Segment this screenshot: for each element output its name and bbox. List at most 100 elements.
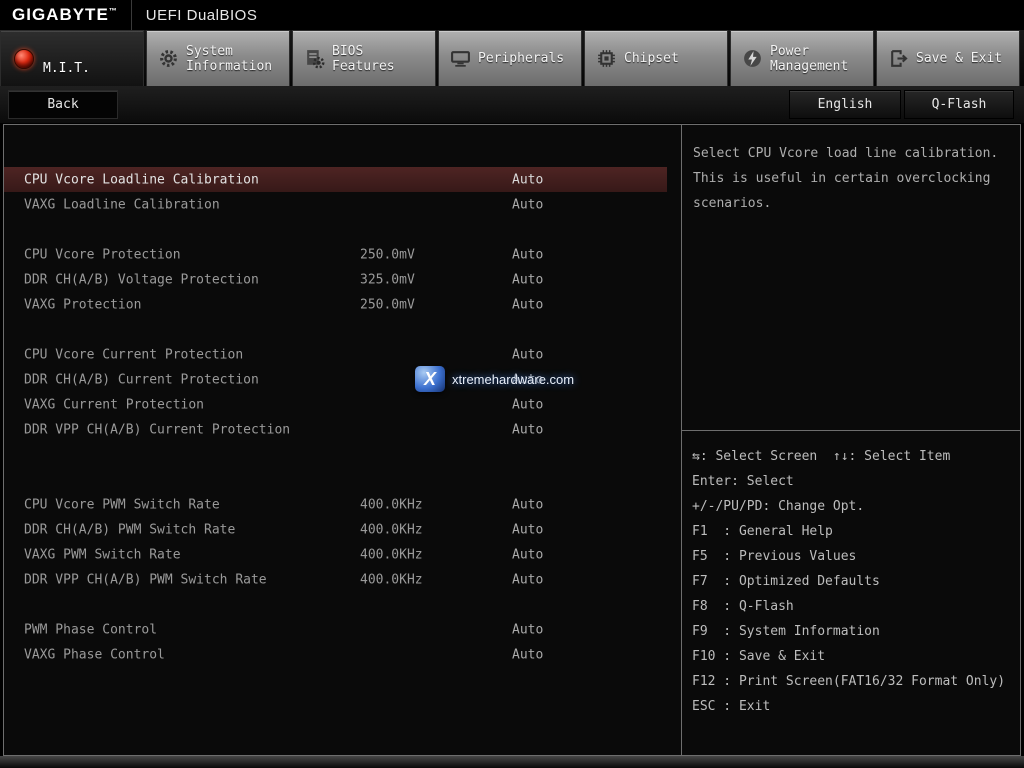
- setting-value: Auto: [512, 422, 543, 437]
- setting-mid-value: 250.0mV: [360, 247, 415, 262]
- settings-row[interactable]: DDR VPP CH(A/B) Current Protection Auto: [4, 417, 667, 442]
- settings-spacer: [4, 442, 667, 467]
- settings-row[interactable]: PWM Phase Control Auto: [4, 617, 667, 642]
- setting-value: Auto: [512, 522, 543, 537]
- setting-mid-value: 400.0KHz: [360, 572, 423, 587]
- settings-row[interactable]: CPU Vcore PWM Switch Rate 400.0KHz Auto: [4, 492, 667, 517]
- tab-power-management[interactable]: Power Management: [730, 30, 874, 86]
- legend-line: F9 : System Information: [692, 619, 1016, 644]
- setting-label: DDR VPP CH(A/B) Current Protection: [24, 422, 290, 437]
- bios-screen: GIGABYTE™ UEFI DualBIOS M.I.T. System Inf…: [0, 0, 1024, 768]
- settings-row[interactable]: DDR CH(A/B) PWM Switch Rate 400.0KHz Auto: [4, 517, 667, 542]
- tab-bios-features[interactable]: BIOS Features: [292, 30, 436, 86]
- setting-mid-value: 400.0KHz: [360, 497, 423, 512]
- settings-row[interactable]: CPU Vcore Protection 250.0mV Auto: [4, 242, 667, 267]
- setting-mid-value: 250.0mV: [360, 297, 415, 312]
- legend-line: Enter: Select: [692, 469, 1016, 494]
- legend-line: ESC : Exit: [692, 694, 1016, 719]
- button-row: Back English Q-Flash: [0, 86, 1024, 124]
- setting-label: DDR CH(A/B) Voltage Protection: [24, 272, 259, 287]
- setting-mid-value: 400.0KHz: [360, 522, 423, 537]
- settings-spacer: [4, 217, 667, 242]
- back-button[interactable]: Back: [8, 90, 118, 119]
- firmware-title: UEFI DualBIOS: [132, 7, 258, 24]
- setting-value: Auto: [512, 572, 543, 587]
- watermark-text: xtremehardware.com: [452, 372, 574, 387]
- qflash-button[interactable]: Q-Flash: [904, 90, 1014, 119]
- setting-value: Auto: [512, 647, 543, 662]
- peripherals-icon: [449, 48, 471, 70]
- topbar: GIGABYTE™ UEFI DualBIOS: [0, 0, 1024, 30]
- tab-label: BIOS Features: [332, 44, 395, 74]
- setting-mid-value: 400.0KHz: [360, 547, 423, 562]
- main-panel: CPU Vcore Loadline Calibration Auto VAXG L…: [3, 124, 1021, 756]
- settings-row[interactable]: DDR CH(A/B) Voltage Protection325.0mVAut…: [4, 267, 667, 292]
- legend-line: F5 : Previous Values: [692, 544, 1016, 569]
- bios-doc-icon: [303, 48, 325, 70]
- settings-spacer: [4, 317, 667, 342]
- setting-label: VAXG Loadline Calibration: [24, 197, 220, 212]
- tab-label: Peripherals: [478, 51, 564, 66]
- setting-value: Auto: [512, 547, 543, 562]
- key-legend: ⇆: Select Screen ↑↓: Select ItemEnter: S…: [682, 431, 1020, 719]
- help-text: Select CPU Vcore load line calibration. …: [682, 125, 1020, 431]
- gigabyte-logo: GIGABYTE™: [0, 5, 131, 25]
- tab-label: System Information: [186, 44, 272, 74]
- setting-value: Auto: [512, 497, 543, 512]
- red-dot-icon: [13, 48, 35, 70]
- legend-line: ⇆: Select Screen ↑↓: Select Item: [692, 444, 1016, 469]
- settings-spacer: [4, 592, 667, 617]
- settings-spacer: [4, 467, 667, 492]
- setting-label: DDR CH(A/B) Current Protection: [24, 372, 259, 387]
- setting-value: Auto: [512, 272, 543, 287]
- tab-system-information[interactable]: System Information: [146, 30, 290, 86]
- settings-list: CPU Vcore Loadline Calibration Auto VAXG L…: [4, 125, 681, 667]
- save-exit-icon: [887, 48, 909, 70]
- setting-label: CPU Vcore Loadline Calibration: [24, 172, 259, 187]
- settings-row[interactable]: DDR VPP CH(A/B) PWM Switch Rate 400.0KHz A…: [4, 567, 667, 592]
- settings-row[interactable]: CPU Vcore Loadline Calibration Auto: [4, 167, 667, 192]
- settings-row[interactable]: VAXG Current ProtectionAuto: [4, 392, 667, 417]
- setting-label: VAXG Phase Control: [24, 647, 165, 662]
- sidebar: Select CPU Vcore load line calibration. …: [681, 125, 1020, 755]
- setting-value: Auto: [512, 397, 543, 412]
- legend-line: F7 : Optimized Defaults: [692, 569, 1016, 594]
- legend-line: F1 : General Help: [692, 519, 1016, 544]
- legend-line: F8 : Q-Flash: [692, 594, 1016, 619]
- settings-row[interactable]: VAXG Phase Control Auto: [4, 642, 667, 667]
- setting-label: CPU Vcore PWM Switch Rate: [24, 497, 220, 512]
- setting-label: DDR CH(A/B) PWM Switch Rate: [24, 522, 235, 537]
- trademark-symbol: ™: [109, 6, 117, 15]
- setting-label: DDR VPP CH(A/B) PWM Switch Rate: [24, 572, 267, 587]
- tab-mit[interactable]: M.I.T.: [0, 30, 144, 86]
- setting-value: Auto: [512, 347, 543, 362]
- brand-text: GIGABYTE: [12, 5, 109, 24]
- tab-label: Save & Exit: [916, 51, 1002, 66]
- tab-label: M.I.T.: [43, 61, 90, 76]
- tab-label: Power Management: [770, 44, 848, 74]
- watermark-logo: X: [415, 366, 445, 392]
- setting-label: VAXG PWM Switch Rate: [24, 547, 181, 562]
- setting-value: Auto: [512, 247, 543, 262]
- chipset-icon: [595, 48, 617, 70]
- settings-row[interactable]: VAXG Protection 250.0mV Auto: [4, 292, 667, 317]
- setting-label: PWM Phase Control: [24, 622, 157, 637]
- setting-label: CPU Vcore Current Protection: [24, 347, 243, 362]
- legend-line: F10 : Save & Exit: [692, 644, 1016, 669]
- setting-label: VAXG Protection: [24, 297, 141, 312]
- setting-value: Auto: [512, 297, 543, 312]
- settings-row[interactable]: VAXG PWM Switch Rate 400.0KHz Auto: [4, 542, 667, 567]
- tab-label: Chipset: [624, 51, 679, 66]
- tab-peripherals[interactable]: Peripherals: [438, 30, 582, 86]
- language-button[interactable]: English: [789, 90, 901, 119]
- settings-row[interactable]: CPU Vcore Current Protection Auto: [4, 342, 667, 367]
- setting-value: Auto: [512, 172, 543, 187]
- settings-row[interactable]: VAXG Loadline CalibrationAuto: [4, 192, 667, 217]
- tab-save-exit[interactable]: Save & Exit: [876, 30, 1020, 86]
- setting-value: Auto: [512, 622, 543, 637]
- watermark: X xtremehardware.com: [415, 366, 574, 392]
- setting-label: CPU Vcore Protection: [24, 247, 181, 262]
- tab-chipset[interactable]: Chipset: [584, 30, 728, 86]
- settings-panel: CPU Vcore Loadline Calibration Auto VAXG L…: [4, 125, 681, 755]
- legend-line: +/-/PU/PD: Change Opt.: [692, 494, 1016, 519]
